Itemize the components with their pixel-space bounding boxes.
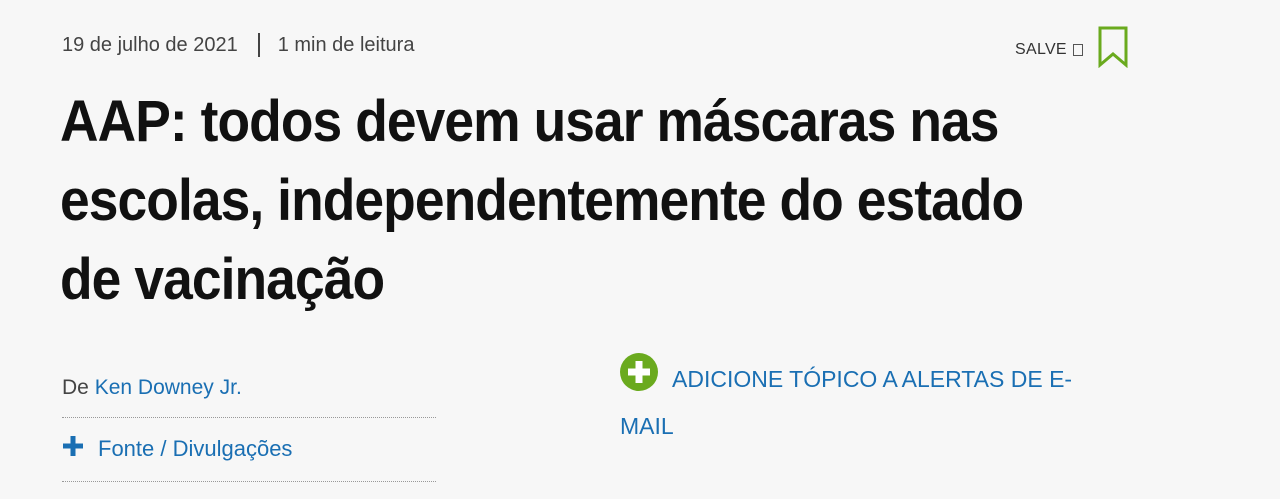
disclosures-label: Fonte / Divulgações <box>98 436 293 461</box>
add-topic-alert-button[interactable]: ADICIONE TÓPICO A ALERTAS DE E-MAIL <box>620 353 1090 446</box>
disclosures-toggle[interactable]: Fonte / Divulgações <box>62 435 292 463</box>
divider <box>62 417 436 418</box>
article-header: 19 de julho de 2021 1 min de leitura SAL… <box>0 0 1280 499</box>
glyph-box-icon <box>1072 43 1083 56</box>
plus-circle-icon[interactable] <box>620 353 658 403</box>
divider <box>62 481 436 482</box>
article-headline: AAP: todos devem usar máscaras nas escol… <box>60 89 1024 312</box>
author-link[interactable]: Ken Downey Jr. <box>95 376 242 399</box>
publish-date: 19 de julho de 2021 <box>62 33 238 56</box>
plus-icon <box>62 435 84 463</box>
bookmark-icon[interactable] <box>1097 26 1129 73</box>
add-topic-alert-label: ADICIONE TÓPICO A ALERTAS DE E-MAIL <box>620 366 1073 439</box>
save-button[interactable]: SALVE <box>1015 26 1129 73</box>
byline: De Ken Downey Jr. <box>62 376 242 400</box>
meta-separator <box>257 33 260 57</box>
article-meta: 19 de julho de 2021 1 min de leitura <box>62 33 414 57</box>
save-label: SALVE <box>1015 40 1067 58</box>
read-time: 1 min de leitura <box>277 33 415 56</box>
byline-prefix: De <box>62 376 89 399</box>
